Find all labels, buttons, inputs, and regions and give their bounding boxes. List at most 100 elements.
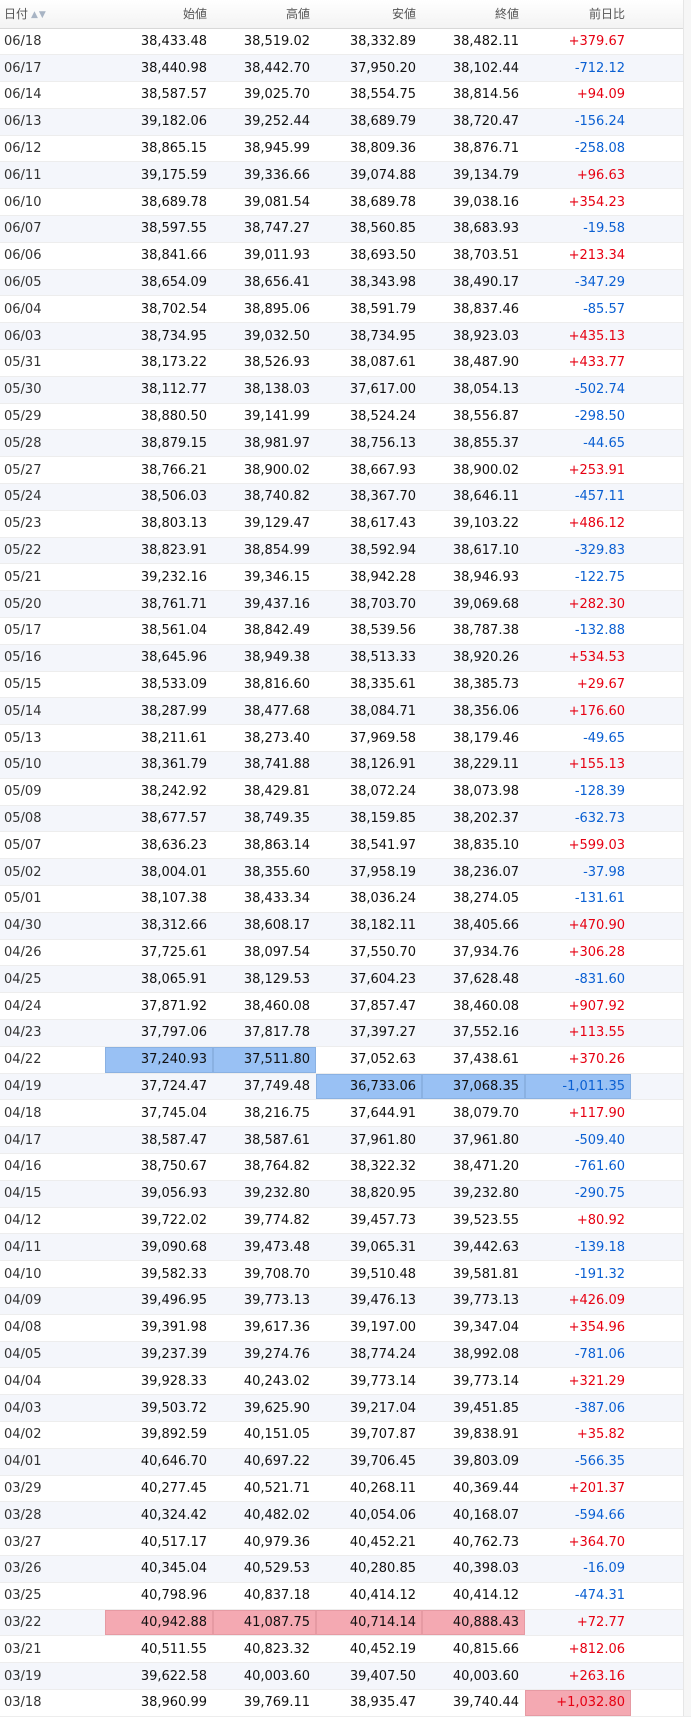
cell-high: 40,521.71 [213, 1475, 316, 1503]
cell-change: +263.16 [525, 1662, 631, 1690]
cell-low: 37,961.80 [316, 1126, 422, 1154]
cell-date: 04/03 [0, 1394, 105, 1422]
cell-low: 39,197.00 [316, 1314, 422, 1342]
cell-close: 38,385.73 [422, 671, 525, 699]
row-spacer [631, 831, 691, 860]
row-spacer [631, 1555, 691, 1583]
row-spacer [631, 215, 691, 243]
table-row: 05/17 38,561.04 38,842.49 38,539.56 38,787.3… [0, 617, 691, 645]
cell-close: 37,552.16 [422, 1019, 525, 1047]
cell-high: 38,749.35 [213, 805, 316, 833]
cell-change: +94.09 [525, 81, 631, 109]
cell-change: +117.90 [525, 1099, 631, 1128]
cell-close: 37,438.61 [422, 1046, 525, 1074]
cell-high: 38,129.53 [213, 965, 316, 994]
cell-close: 38,946.93 [422, 563, 525, 592]
cell-close: 38,356.06 [422, 697, 525, 726]
cell-low: 38,332.89 [316, 28, 422, 56]
table-row: 05/22 38,823.91 38,854.99 38,592.94 38,617.1… [0, 537, 691, 565]
cell-date: 05/23 [0, 510, 105, 538]
cell-open: 40,646.70 [105, 1448, 213, 1476]
cell-close: 38,460.08 [422, 992, 525, 1020]
table-row: 05/13 38,211.61 38,273.40 37,969.58 38,179.4… [0, 724, 691, 753]
cell-close: 37,961.80 [422, 1126, 525, 1154]
cell-date: 05/29 [0, 403, 105, 431]
cell-open: 38,645.96 [105, 644, 213, 672]
cell-low: 39,706.45 [316, 1448, 422, 1476]
cell-change: +426.09 [525, 1287, 631, 1315]
cell-close: 39,773.14 [422, 1367, 525, 1396]
row-spacer [631, 108, 691, 136]
column-header-low[interactable]: 安値 [316, 0, 422, 29]
vertical-scrollbar[interactable] [683, 0, 691, 1716]
cell-change: -457.11 [525, 483, 631, 511]
cell-low: 40,414.12 [316, 1582, 422, 1610]
cell-low: 40,054.06 [316, 1501, 422, 1530]
cell-date: 05/15 [0, 671, 105, 699]
table-row: 03/26 40,345.04 40,529.53 40,280.85 40,398.0… [0, 1555, 691, 1583]
row-spacer [631, 965, 691, 994]
cell-close: 37,934.76 [422, 939, 525, 967]
cell-high: 39,774.82 [213, 1207, 316, 1235]
cell-date: 06/04 [0, 295, 105, 324]
table-row: 04/19 37,724.47 37,749.48 36,733.06 37,068.3… [0, 1073, 691, 1101]
cell-high: 38,608.17 [213, 912, 316, 940]
cell-open: 38,734.95 [105, 322, 213, 351]
cell-date: 04/24 [0, 992, 105, 1020]
cell-date: 03/18 [0, 1689, 105, 1717]
row-spacer [631, 563, 691, 592]
row-spacer [631, 912, 691, 940]
cell-open: 39,237.39 [105, 1341, 213, 1369]
cell-high: 39,274.76 [213, 1341, 316, 1369]
cell-open: 39,175.59 [105, 161, 213, 190]
table-row: 05/30 38,112.77 38,138.03 37,617.00 38,054.1… [0, 376, 691, 404]
cell-open: 39,496.95 [105, 1287, 213, 1315]
cell-close: 38,992.08 [422, 1341, 525, 1369]
cell-low: 38,560.85 [316, 215, 422, 243]
column-header-open[interactable]: 始値 [105, 0, 213, 29]
column-header-change[interactable]: 前日比 [525, 0, 631, 29]
table-row: 05/09 38,242.92 38,429.81 38,072.24 38,073.9… [0, 778, 691, 806]
cell-high: 40,151.05 [213, 1421, 316, 1449]
cell-date: 04/01 [0, 1448, 105, 1476]
cell-open: 39,056.93 [105, 1180, 213, 1208]
column-header-close[interactable]: 終値 [422, 0, 525, 29]
cell-open: 38,960.99 [105, 1689, 213, 1717]
cell-low: 39,773.14 [316, 1367, 422, 1396]
column-header-date[interactable]: 日付 ▲▼ [0, 0, 105, 29]
cell-high: 39,708.70 [213, 1260, 316, 1288]
cell-date: 05/27 [0, 456, 105, 485]
cell-date: 04/30 [0, 912, 105, 940]
cell-open: 37,725.61 [105, 939, 213, 967]
table-row: 04/09 39,496.95 39,773.13 39,476.13 39,773.1… [0, 1287, 691, 1315]
cell-close: 38,920.26 [422, 644, 525, 672]
sort-arrows-icon[interactable]: ▲▼ [31, 10, 47, 20]
cell-open: 38,004.01 [105, 858, 213, 886]
cell-date: 06/03 [0, 322, 105, 351]
cell-close: 37,628.48 [422, 965, 525, 994]
cell-date: 04/16 [0, 1153, 105, 1181]
cell-close: 40,398.03 [422, 1555, 525, 1583]
table-row: 05/02 38,004.01 38,355.60 37,958.19 38,236.0… [0, 858, 691, 886]
cell-date: 03/29 [0, 1475, 105, 1503]
row-spacer [631, 483, 691, 511]
cell-close: 39,038.16 [422, 188, 525, 217]
cell-high: 38,429.81 [213, 778, 316, 806]
cell-high: 39,769.11 [213, 1689, 316, 1717]
row-spacer [631, 349, 691, 377]
column-header-high[interactable]: 高値 [213, 0, 316, 29]
cell-change: -19.58 [525, 215, 631, 243]
cell-date: 03/19 [0, 1662, 105, 1690]
cell-low: 39,074.88 [316, 161, 422, 190]
cell-high: 38,442.70 [213, 54, 316, 83]
row-spacer [631, 1233, 691, 1262]
cell-close: 38,837.46 [422, 295, 525, 324]
cell-open: 39,928.33 [105, 1367, 213, 1396]
cell-high: 39,032.50 [213, 322, 316, 351]
cell-high: 38,216.75 [213, 1099, 316, 1128]
cell-open: 39,582.33 [105, 1260, 213, 1288]
cell-high: 39,129.47 [213, 510, 316, 538]
row-spacer [631, 429, 691, 458]
table-row: 04/05 39,237.39 39,274.76 38,774.24 38,992.0… [0, 1341, 691, 1369]
cell-high: 39,625.90 [213, 1394, 316, 1422]
